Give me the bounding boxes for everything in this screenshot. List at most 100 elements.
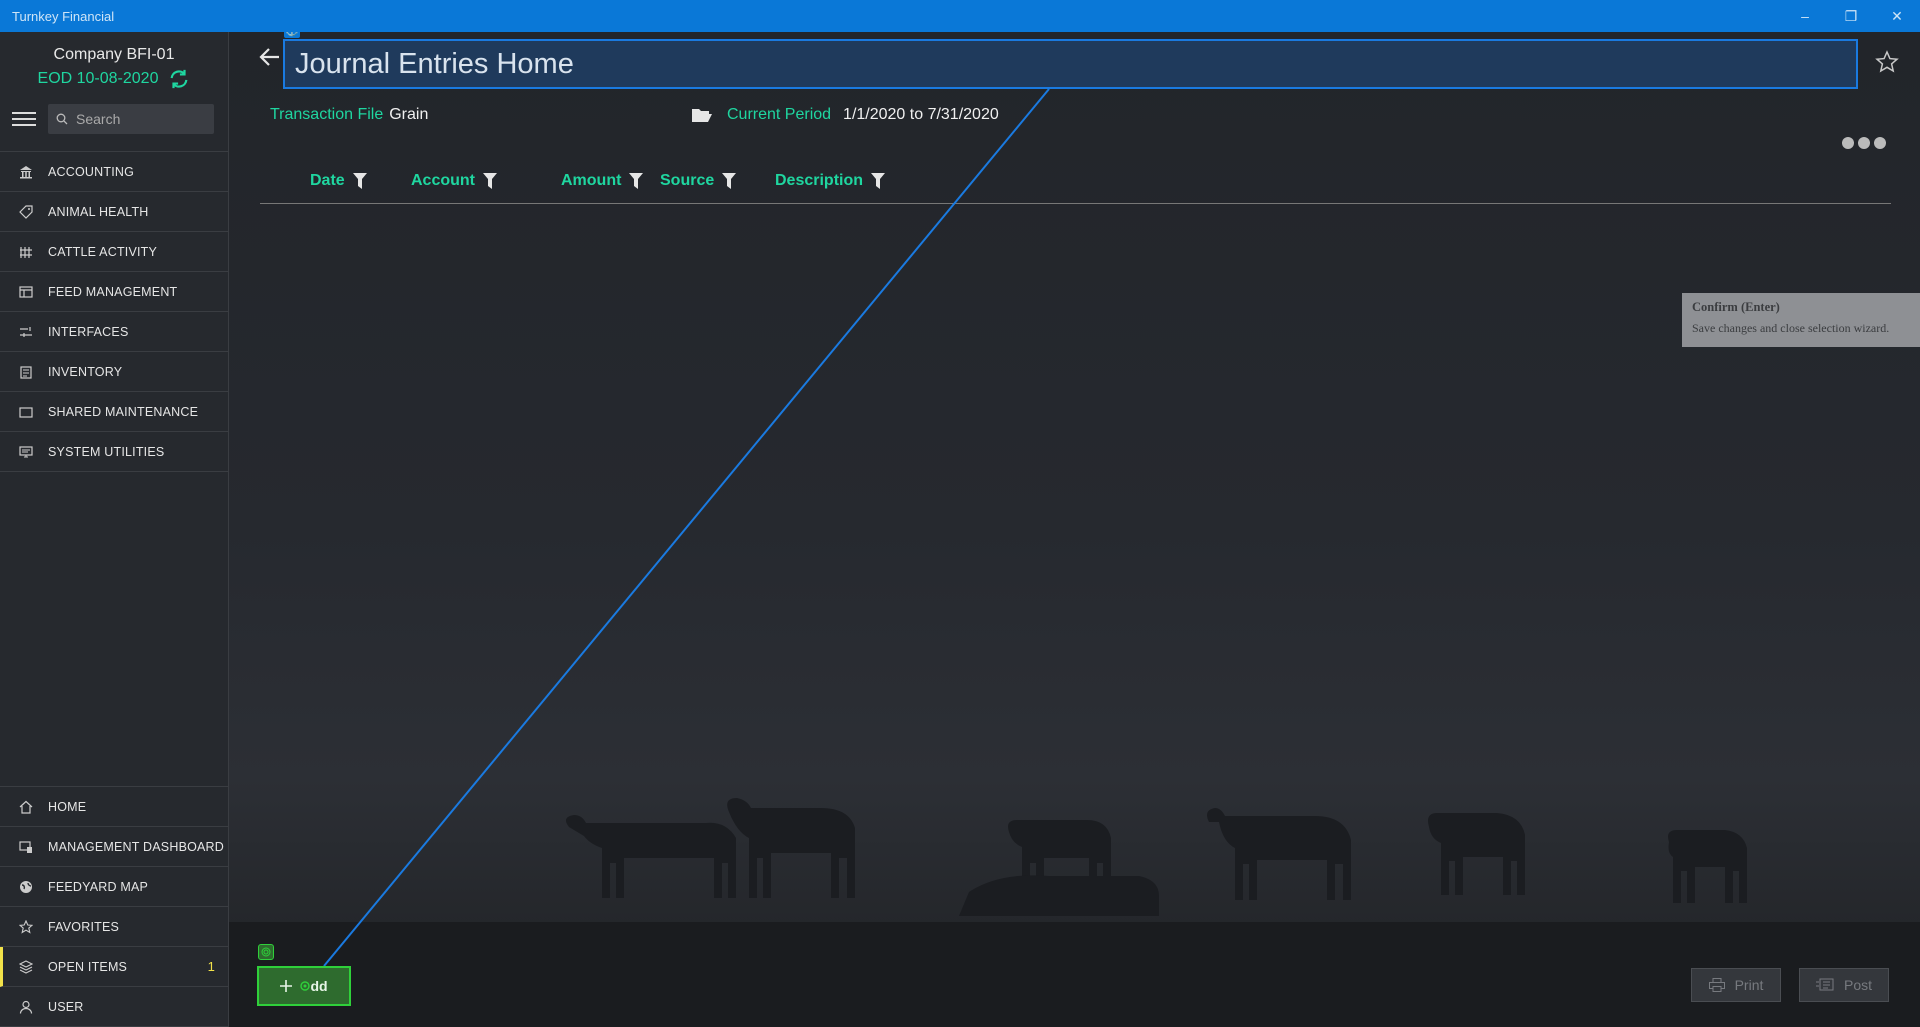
sidebar-item-label: ACCOUNTING <box>48 164 135 179</box>
column-header-source[interactable]: Source <box>660 172 737 190</box>
filter-icon[interactable] <box>722 173 737 189</box>
confirm-tooltip: Confirm (Enter) Save changes and close s… <box>1682 293 1920 347</box>
print-label: Print <box>1734 977 1764 993</box>
sidebar-item-favorites[interactable]: FAVORITES <box>0 907 229 947</box>
column-label: Amount <box>561 172 622 189</box>
grid-header: Date Account Amount Source Description <box>260 158 1891 204</box>
add-button[interactable]: dd <box>257 966 351 1006</box>
sidebar-item-label: INTERFACES <box>48 324 129 339</box>
sidebar-bottom-nav: HOME MANAGEMENT DASHBOARD FEEDYARD MAP F… <box>0 786 229 1027</box>
add-label: dd <box>310 978 328 994</box>
sidebar-item-label: FAVORITES <box>48 919 120 934</box>
eod-date: EOD 10-08-2020 <box>37 70 159 87</box>
transaction-file-label: Transaction File <box>270 106 384 123</box>
open-folder-icon[interactable] <box>691 106 713 124</box>
sidebar-item-label: USER <box>48 999 84 1014</box>
filter-icon[interactable] <box>352 173 367 189</box>
column-label: Date <box>310 172 345 189</box>
print-button[interactable]: Print <box>1691 968 1781 1002</box>
anchor-icon: ⚓ <box>284 32 300 38</box>
current-period-label: Current Period <box>727 106 832 123</box>
folder-icon <box>18 404 34 420</box>
user-icon <box>18 999 34 1015</box>
column-header-amount[interactable]: Amount <box>561 172 644 190</box>
interfaces-icon <box>18 324 34 340</box>
sidebar-item-label: FEED MANAGEMENT <box>48 284 178 299</box>
bank-icon <box>18 164 34 180</box>
sidebar-item-feed-management[interactable]: FEED MANAGEMENT <box>0 272 228 312</box>
restore-button[interactable]: ❐ <box>1828 0 1874 32</box>
transaction-file-value[interactable]: Grain <box>389 106 428 124</box>
hamburger-menu-icon[interactable] <box>12 112 36 126</box>
tooltip-description: Save changes and close selection wizard. <box>1692 321 1890 335</box>
sidebar-nav: ACCOUNTING ANIMAL HEALTH CATTLE ACTIVITY… <box>0 151 228 472</box>
open-items-count: 1 <box>207 959 215 974</box>
app-title: Turnkey Financial <box>12 8 115 24</box>
dashboard-icon <box>18 839 34 855</box>
company-name: Company BFI-01 <box>53 46 175 63</box>
sidebar-item-label: SHARED MAINTENANCE <box>48 404 199 419</box>
column-header-description[interactable]: Description <box>775 172 886 190</box>
sidebar-item-home[interactable]: HOME <box>0 787 229 827</box>
sidebar-item-animal-health[interactable]: ANIMAL HEALTH <box>0 192 228 232</box>
sidebar: Company BFI-01 EOD 10-08-2020 Search ACC… <box>0 32 236 1027</box>
sidebar-item-label: HOME <box>48 799 87 814</box>
window-controls: – ❐ ✕ <box>1782 0 1920 32</box>
post-button[interactable]: Post <box>1799 968 1889 1002</box>
sidebar-item-label: ANIMAL HEALTH <box>48 204 149 219</box>
main-panel: Journal Entries Home ⚓ Transaction File … <box>229 32 1920 1027</box>
sidebar-item-label: MANAGEMENT DASHBOARD <box>48 839 225 854</box>
sidebar-item-interfaces[interactable]: INTERFACES <box>0 312 228 352</box>
cursor-target-icon <box>300 981 311 991</box>
search-icon <box>56 113 68 125</box>
clipboard-icon <box>18 364 34 380</box>
sidebar-item-management-dashboard[interactable]: MANAGEMENT DASHBOARD <box>0 827 229 867</box>
search-input[interactable]: Search <box>48 104 214 134</box>
sidebar-item-label: INVENTORY <box>48 364 123 379</box>
column-label: Source <box>660 172 715 189</box>
minimize-button[interactable]: – <box>1782 0 1828 32</box>
refresh-icon[interactable] <box>168 68 190 90</box>
search-row: Search <box>0 104 228 134</box>
sidebar-item-label: SYSTEM UTILITIES <box>48 444 165 459</box>
plus-icon <box>280 980 293 992</box>
sidebar-item-label: CATTLE ACTIVITY <box>48 244 158 259</box>
sidebar-item-label: OPEN ITEMS <box>48 959 128 974</box>
monitor-icon <box>18 444 34 460</box>
current-period-value: 1/1/2020 to 7/31/2020 <box>843 106 999 123</box>
home-icon <box>18 799 34 815</box>
tooltip-title: Confirm (Enter) <box>1692 300 1780 314</box>
back-arrow-icon[interactable] <box>257 44 283 70</box>
column-label: Description <box>775 172 864 189</box>
sidebar-item-accounting[interactable]: ACCOUNTING <box>0 152 228 192</box>
column-header-date[interactable]: Date <box>310 172 367 190</box>
filter-icon[interactable] <box>483 173 497 189</box>
sidebar-item-cattle-activity[interactable]: CATTLE ACTIVITY <box>0 232 228 272</box>
sidebar-item-label: FEEDYARD MAP <box>48 879 149 894</box>
sidebar-item-shared-maintenance[interactable]: SHARED MAINTENANCE <box>0 392 228 432</box>
page-title-field[interactable]: Journal Entries Home <box>283 39 1858 89</box>
page-title: Journal Entries Home <box>295 47 574 80</box>
sidebar-item-open-items[interactable]: OPEN ITEMS 1 <box>0 947 229 987</box>
column-label: Account <box>411 172 475 189</box>
filter-icon[interactable] <box>629 173 644 189</box>
star-icon <box>18 919 34 935</box>
search-placeholder: Search <box>76 111 121 127</box>
feed-icon <box>18 284 34 300</box>
filter-icon[interactable] <box>871 173 886 189</box>
globe-icon <box>18 879 34 895</box>
current-period-row: Current Period 1/1/2020 to 7/31/2020 <box>691 106 999 124</box>
printer-icon <box>1708 978 1725 992</box>
window-titlebar: Turnkey Financial – ❐ ✕ <box>0 0 1920 32</box>
sidebar-item-user[interactable]: USER <box>0 987 229 1027</box>
fence-icon <box>18 244 34 260</box>
sidebar-item-system-utilities[interactable]: SYSTEM UTILITIES <box>0 432 228 472</box>
layers-icon <box>18 959 34 975</box>
sidebar-item-feedyard-map[interactable]: FEEDYARD MAP <box>0 867 229 907</box>
more-options-icon[interactable] <box>1842 137 1886 149</box>
column-header-account[interactable]: Account <box>411 172 497 190</box>
favorite-star-icon[interactable] <box>1875 50 1899 74</box>
post-icon <box>1815 978 1834 991</box>
close-button[interactable]: ✕ <box>1874 0 1920 32</box>
sidebar-item-inventory[interactable]: INVENTORY <box>0 352 228 392</box>
